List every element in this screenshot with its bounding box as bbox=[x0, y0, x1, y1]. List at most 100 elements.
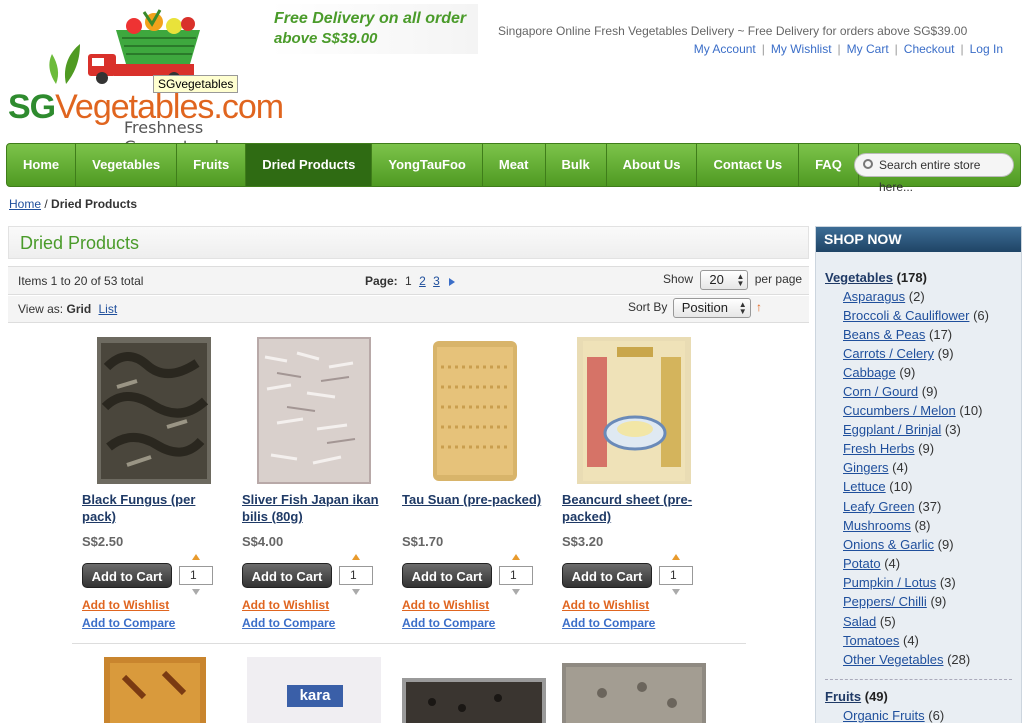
subcategory-link[interactable]: Organic Fruits bbox=[843, 708, 925, 723]
quantity-input[interactable]: 1 bbox=[339, 566, 373, 585]
nav-vegetables[interactable]: Vegetables bbox=[76, 144, 178, 186]
next-page-icon[interactable] bbox=[449, 277, 456, 286]
nav-fruits[interactable]: Fruits bbox=[177, 144, 247, 186]
nav-about-us[interactable]: About Us bbox=[607, 144, 698, 186]
subcategory-link[interactable]: Cucumbers / Melon bbox=[843, 403, 956, 418]
add-to-wishlist-link[interactable]: Add to Wishlist bbox=[562, 598, 649, 612]
banner-line-2: above S$39.00 bbox=[274, 30, 378, 47]
pager-toolbar: Items 1 to 20 of 53 total Page: 1 2 3 Sh… bbox=[8, 266, 809, 295]
product-name-link[interactable]: Black Fungus (per pack) bbox=[82, 491, 222, 525]
product-image-black-fungus[interactable] bbox=[97, 337, 211, 484]
product-image-row2-2[interactable]: kara bbox=[247, 657, 381, 723]
subcategory-link[interactable]: Pumpkin / Lotus bbox=[843, 575, 936, 590]
quantity-input[interactable]: 1 bbox=[499, 566, 533, 585]
product-name-link[interactable]: Tau Suan (pre-packed) bbox=[402, 491, 542, 508]
subcategory-count: (37) bbox=[918, 499, 942, 514]
free-delivery-banner[interactable]: Free Delivery on all order above S$39.00 bbox=[270, 4, 478, 54]
subcategory-item: Other Vegetables (28) bbox=[843, 652, 970, 667]
product-image-tau-suan[interactable] bbox=[417, 337, 531, 484]
subcategory-link[interactable]: Onions & Garlic bbox=[843, 537, 934, 552]
subcategory-link[interactable]: Broccoli & Cauliflower bbox=[843, 308, 969, 323]
category-fruits-link[interactable]: Fruits bbox=[825, 689, 861, 704]
view-as-label: View as: bbox=[18, 302, 64, 316]
subcategory-link[interactable]: Corn / Gourd bbox=[843, 384, 918, 399]
page-3-link[interactable]: 3 bbox=[433, 274, 440, 288]
subcategory-link[interactable]: Gingers bbox=[843, 460, 889, 475]
add-to-compare-link[interactable]: Add to Compare bbox=[242, 616, 335, 630]
add-to-cart-button[interactable]: Add to Cart bbox=[242, 563, 332, 588]
nav-yongtaufoo[interactable]: YongTauFoo bbox=[372, 144, 483, 186]
subcategory-item: Mushrooms (8) bbox=[843, 518, 930, 533]
add-to-wishlist-link[interactable]: Add to Wishlist bbox=[82, 598, 169, 612]
subcategory-link[interactable]: Other Vegetables bbox=[843, 652, 943, 667]
qty-decrease-icon[interactable] bbox=[352, 589, 360, 595]
sort-select[interactable]: Position ▲ ▼ bbox=[672, 298, 751, 318]
subcategory-link[interactable]: Mushrooms bbox=[843, 518, 911, 533]
add-to-cart-button[interactable]: Add to Cart bbox=[82, 563, 172, 588]
subcategory-link[interactable]: Peppers/ Chilli bbox=[843, 594, 927, 609]
add-to-wishlist-link[interactable]: Add to Wishlist bbox=[242, 598, 329, 612]
breadcrumb-home[interactable]: Home bbox=[9, 197, 41, 211]
product-image-row2-4[interactable] bbox=[562, 663, 706, 723]
quantity-input[interactable]: 1 bbox=[659, 566, 693, 585]
add-to-wishlist-link[interactable]: Add to Wishlist bbox=[402, 598, 489, 612]
qty-decrease-icon[interactable] bbox=[672, 589, 680, 595]
subcategory-item: Tomatoes (4) bbox=[843, 633, 919, 648]
add-to-cart-button[interactable]: Add to Cart bbox=[402, 563, 492, 588]
add-to-compare-link[interactable]: Add to Compare bbox=[82, 616, 175, 630]
qty-increase-icon[interactable] bbox=[512, 554, 520, 560]
site-logo[interactable]: SGVegetables.com Freshness Guaranteed bbox=[4, 6, 284, 156]
my-wishlist-link[interactable]: My Wishlist bbox=[771, 42, 832, 56]
view-list-link[interactable]: List bbox=[99, 302, 118, 316]
breadcrumb-separator: / bbox=[41, 197, 52, 211]
subcategory-link[interactable]: Leafy Green bbox=[843, 499, 915, 514]
subcategory-link[interactable]: Fresh Herbs bbox=[843, 441, 915, 456]
nav-dried-products[interactable]: Dried Products bbox=[246, 144, 373, 186]
subcategory-link[interactable]: Carrots / Celery bbox=[843, 346, 934, 361]
product-price: S$1.70 bbox=[402, 534, 444, 549]
subcategory-link[interactable]: Eggplant / Brinjal bbox=[843, 422, 941, 437]
subcategory-count: (4) bbox=[903, 633, 919, 648]
subcategory-link[interactable]: Tomatoes bbox=[843, 633, 899, 648]
subcategory-link[interactable]: Salad bbox=[843, 614, 876, 629]
sort-direction-icon[interactable]: ↑ bbox=[756, 300, 762, 314]
subcategory-link[interactable]: Lettuce bbox=[843, 479, 886, 494]
add-to-compare-link[interactable]: Add to Compare bbox=[562, 616, 655, 630]
qty-increase-icon[interactable] bbox=[192, 554, 200, 560]
page-1[interactable]: 1 bbox=[405, 274, 412, 288]
checkout-link[interactable]: Checkout bbox=[904, 42, 955, 56]
log-in-link[interactable]: Log In bbox=[970, 42, 1003, 56]
per-page-select[interactable]: 20 ▲ ▼ bbox=[700, 270, 749, 290]
my-cart-link[interactable]: My Cart bbox=[847, 42, 889, 56]
nav-meat[interactable]: Meat bbox=[483, 144, 546, 186]
subcategory-link[interactable]: Potato bbox=[843, 556, 881, 571]
subcategory-link[interactable]: Beans & Peas bbox=[843, 327, 925, 342]
page-2-link[interactable]: 2 bbox=[419, 274, 426, 288]
nav-faq[interactable]: FAQ bbox=[799, 144, 859, 186]
product-name-link[interactable]: Sliver Fish Japan ikan bilis (80g) bbox=[242, 491, 382, 525]
nav-contact-us[interactable]: Contact Us bbox=[697, 144, 800, 186]
product-price: S$3.20 bbox=[562, 534, 604, 549]
subcategory-link[interactable]: Cabbage bbox=[843, 365, 896, 380]
qty-increase-icon[interactable] bbox=[352, 554, 360, 560]
product-image-row2-1[interactable] bbox=[104, 657, 206, 723]
qty-increase-icon[interactable] bbox=[672, 554, 680, 560]
nav-bulk[interactable]: Bulk bbox=[546, 144, 607, 186]
add-to-cart-button[interactable]: Add to Cart bbox=[562, 563, 652, 588]
nav-home[interactable]: Home bbox=[7, 144, 77, 186]
category-vegetables: Vegetables (178) bbox=[825, 270, 927, 285]
category-vegetables-link[interactable]: Vegetables bbox=[825, 270, 893, 285]
product-image-row2-3[interactable] bbox=[402, 678, 546, 723]
qty-decrease-icon[interactable] bbox=[512, 589, 520, 595]
my-account-link[interactable]: My Account bbox=[694, 42, 756, 56]
product-name-link[interactable]: Beancurd sheet (pre-packed) bbox=[562, 491, 702, 525]
add-to-compare-link[interactable]: Add to Compare bbox=[402, 616, 495, 630]
product-image-sliver-fish[interactable] bbox=[257, 337, 371, 484]
search-input[interactable]: Search entire store here... bbox=[854, 153, 1014, 194]
qty-decrease-icon[interactable] bbox=[192, 589, 200, 595]
product-image-beancurd-sheet[interactable] bbox=[577, 337, 691, 484]
subcategory-item: Potato (4) bbox=[843, 556, 900, 571]
quantity-input[interactable]: 1 bbox=[179, 566, 213, 585]
subcategory-item: Lettuce (10) bbox=[843, 479, 912, 494]
subcategory-link[interactable]: Asparagus bbox=[843, 289, 905, 304]
